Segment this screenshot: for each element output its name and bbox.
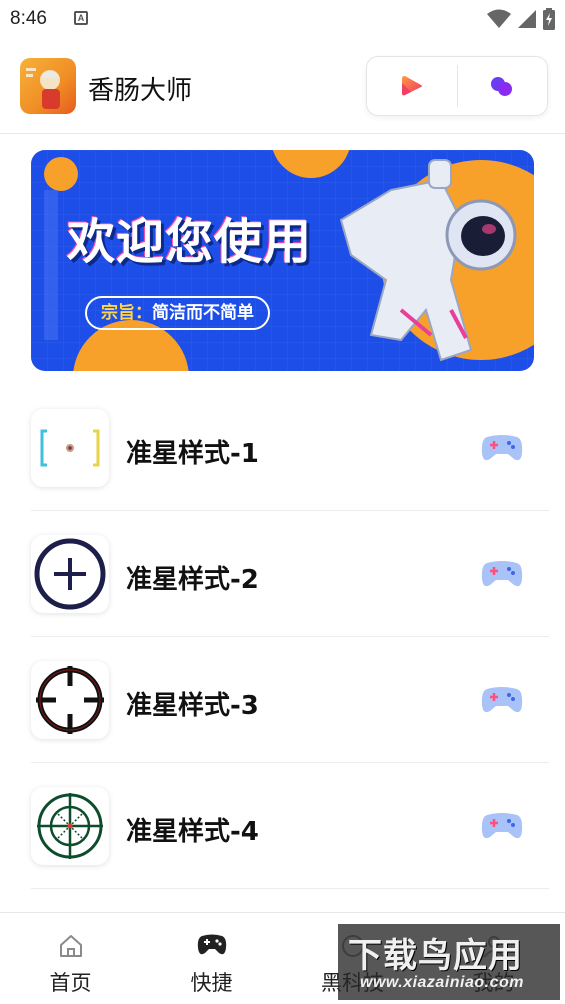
home-icon: [59, 935, 82, 957]
nav-label-shortcut: 快捷: [190, 971, 233, 995]
app-title: 香肠大师: [88, 76, 193, 106]
nav-item-home[interactable]: 首页: [0, 913, 141, 1004]
banner-title: 欢迎您使用: [67, 214, 313, 270]
header-actions: [366, 56, 548, 116]
list-item-label: 准星样式-1: [126, 439, 259, 469]
list-item[interactable]: 准星样式-3: [31, 637, 549, 763]
play-button[interactable]: [367, 57, 457, 115]
list-item[interactable]: 准星样式-2: [31, 511, 549, 637]
crosshair-list: 准星样式-1 准星样式-2 准星样式-3 准星样式-4: [31, 385, 549, 889]
gamepad-play-icon[interactable]: [481, 433, 523, 463]
crosshair-plus-circle-icon: [31, 535, 109, 613]
signal-icon: [518, 10, 536, 28]
gamepad-play-icon[interactable]: [481, 811, 523, 841]
list-item-label: 准星样式-2: [126, 565, 259, 595]
crosshair-scope-icon: [31, 661, 109, 739]
a-icon: A: [74, 11, 88, 25]
list-item-label: 准星样式-4: [126, 817, 259, 847]
status-time: 8:46: [10, 8, 47, 29]
welcome-banner[interactable]: 欢迎您使用 宗旨：简洁而不简单: [31, 150, 534, 371]
app-header: 香肠大师: [0, 44, 565, 134]
app-logo: [20, 58, 76, 114]
crosshair-sniper-icon: [31, 787, 109, 865]
wifi-icon: [487, 9, 511, 28]
banner-slogan-prefix: 宗旨：: [101, 303, 152, 323]
status-icons: [487, 8, 555, 30]
list-item-label: 准星样式-3: [126, 691, 259, 721]
gamepad-icon: [197, 934, 226, 955]
crosshair-brackets-icon: [31, 409, 109, 487]
gamepad-play-icon[interactable]: [481, 559, 523, 589]
play-icon: [401, 76, 422, 96]
watermark-main: 下载鸟应用: [348, 936, 523, 976]
nav-label-home: 首页: [49, 971, 92, 995]
nav-item-shortcut[interactable]: 快捷: [141, 913, 282, 1004]
watermark: 下载鸟应用 www.xiazainiao.com: [338, 924, 560, 1000]
dots-icon: [491, 77, 513, 96]
banner-slogan: 宗旨：简洁而不简单: [85, 296, 270, 330]
banner-slogan-text: 简洁而不简单: [152, 303, 254, 323]
list-item[interactable]: 准星样式-4: [31, 763, 549, 889]
status-bar: 8:46 A: [0, 0, 565, 38]
battery-icon: [543, 8, 555, 30]
gamepad-play-icon[interactable]: [481, 685, 523, 715]
more-button[interactable]: [458, 57, 548, 115]
watermark-sub: www.xiazainiao.com: [360, 974, 525, 991]
list-item[interactable]: 准星样式-1: [31, 385, 549, 511]
